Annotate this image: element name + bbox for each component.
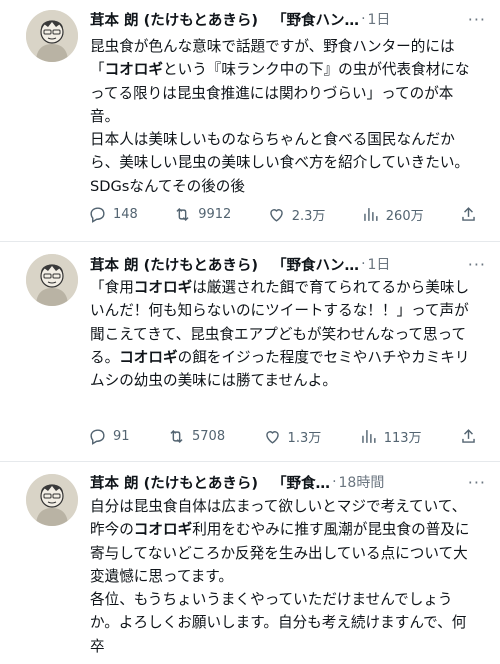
view-count: 260万 <box>385 208 424 224</box>
user-handle[interactable]: 「野食… <box>272 472 330 493</box>
retweet-icon <box>170 429 183 443</box>
reply-count: 91 <box>113 428 130 444</box>
more-options-icon[interactable]: ··· <box>462 473 486 492</box>
like-button[interactable]: 2.3万 <box>267 205 326 224</box>
timestamp[interactable]: 1日 <box>368 254 391 274</box>
avatar-illustration-icon <box>26 474 78 526</box>
share-icon <box>462 206 475 221</box>
heart-icon <box>265 430 279 444</box>
highlighted-term: コオロギ <box>133 521 193 539</box>
avatar-illustration-icon <box>26 254 78 306</box>
reply-button[interactable]: 148 <box>88 205 138 224</box>
avatar[interactable] <box>26 474 78 526</box>
timestamp[interactable]: 18時間 <box>339 472 385 492</box>
reply-icon <box>90 428 105 445</box>
avatar[interactable] <box>26 10 78 62</box>
more-options-icon[interactable]: ··· <box>462 10 486 29</box>
share-button[interactable] <box>459 205 478 224</box>
display-name[interactable]: 茸本 朗 (たけもとあきら) <box>90 9 258 30</box>
view-count: 113万 <box>383 430 422 446</box>
reply-icon <box>90 206 105 223</box>
separator-dot: · <box>361 256 366 272</box>
avatar[interactable] <box>26 254 78 306</box>
highlighted-term: コオロギ <box>119 348 178 366</box>
tweet-1[interactable]: 茸本 朗 (たけもとあきら) 「野食ハン… · 1日 ··· 昆虫食が色んな意味… <box>0 0 500 240</box>
views-chart-icon <box>364 207 378 221</box>
user-handle[interactable]: 「野食ハン… <box>272 9 359 30</box>
tweet-text: 昆虫食が色んな意味で話題ですが、野食ハンター的には「コオロギという『味ランク中の… <box>90 35 472 198</box>
tweet-3[interactable]: 茸本 朗 (たけもとあきら) 「野食… · 18時間 ··· 自分は昆虫食自体は… <box>0 462 500 664</box>
heart-icon <box>269 208 283 222</box>
tweet-actions: 91 5708 1.3万 113万 <box>88 425 478 447</box>
tweet-actions: 148 9912 2.3万 260万 <box>88 203 478 225</box>
retweet-button[interactable]: 5708 <box>167 427 225 446</box>
share-icon <box>462 428 475 443</box>
highlighted-term: コオロギ <box>104 61 163 79</box>
highlighted-term: コオロギ <box>133 279 193 296</box>
tweet-text: 「食用コオロギは厳選された餌で育てられてるから美味しいんだ！何も知らないのにツイ… <box>90 276 472 392</box>
views-button[interactable]: 260万 <box>361 205 424 224</box>
like-count: 2.3万 <box>291 208 326 224</box>
display-name[interactable]: 茸本 朗 (たけもとあきら) <box>90 472 258 493</box>
reply-button[interactable]: 91 <box>88 427 130 446</box>
separator-dot: · <box>361 11 366 27</box>
text-segment: 「食用 <box>90 279 134 296</box>
display-name[interactable]: 茸本 朗 (たけもとあきら) <box>90 254 258 275</box>
retweet-count: 9912 <box>198 206 232 222</box>
like-count: 1.3万 <box>287 430 322 446</box>
tweet-2[interactable]: 茸本 朗 (たけもとあきら) 「野食ハン… · 1日 ··· 「食用コオロギは厳… <box>0 242 500 462</box>
like-button[interactable]: 1.3万 <box>263 427 322 446</box>
tweet-text: 自分は昆虫食自体は広まって欲しいとマジで考えていて、昨今のコオロギ利用をむやみに… <box>90 495 472 658</box>
retweet-button[interactable]: 9912 <box>173 205 231 224</box>
timestamp[interactable]: 1日 <box>368 9 391 29</box>
text-segment: 利用をむやみに推す風潮が昆虫食の普及に寄与してないどころか反発を生み出している点… <box>90 521 470 655</box>
text-segment: という『味ランク中の下』の虫が代表食材になってる限りは昆虫食推進には関わりづらい… <box>90 61 470 195</box>
reply-count: 148 <box>113 206 138 222</box>
user-handle[interactable]: 「野食ハン… <box>272 254 359 275</box>
retweet-count: 5708 <box>192 428 226 444</box>
separator-dot: · <box>332 474 337 490</box>
avatar-illustration-icon <box>26 10 78 62</box>
more-options-icon[interactable]: ··· <box>462 255 486 274</box>
share-button[interactable] <box>459 427 478 446</box>
retweet-icon <box>176 207 189 221</box>
views-button[interactable]: 113万 <box>359 427 422 446</box>
views-chart-icon <box>361 429 376 443</box>
